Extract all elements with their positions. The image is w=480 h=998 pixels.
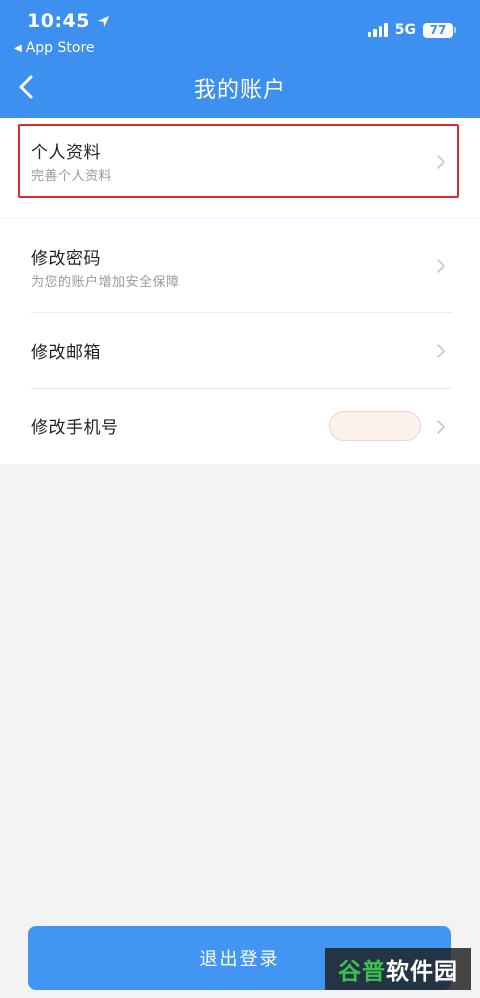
back-to-app-store[interactable]: ◀ App Store bbox=[14, 40, 95, 56]
battery-level: 77 bbox=[423, 22, 453, 38]
watermark-part-1: 谷普 bbox=[338, 959, 386, 985]
location-arrow-icon bbox=[97, 15, 110, 27]
change-email-row[interactable]: 修改邮箱 bbox=[0, 313, 480, 388]
phone-number-pill bbox=[329, 411, 421, 441]
status-indicators: 5G 77 bbox=[367, 22, 456, 38]
logout-label: 退出登录 bbox=[199, 949, 280, 970]
status-time: 10:45 bbox=[27, 10, 111, 32]
back-app-label: App Store bbox=[25, 40, 95, 56]
signal-icon bbox=[367, 23, 388, 37]
back-triangle-icon: ◀ bbox=[14, 42, 22, 54]
chevron-right-icon bbox=[437, 259, 445, 273]
battery-icon: 77 bbox=[423, 22, 456, 38]
time-text: 10:45 bbox=[27, 10, 90, 32]
chevron-right-icon bbox=[437, 344, 445, 358]
change-password-subtitle: 为您的账户增加安全保障 bbox=[31, 275, 180, 290]
chevron-right-icon bbox=[437, 420, 445, 434]
header: 10:45 ◀ App Store 5G 77 我的账户 bbox=[0, 0, 480, 118]
watermark-part-2: 软件园 bbox=[386, 959, 458, 985]
page-title: 我的账户 bbox=[193, 78, 286, 103]
change-password-row[interactable]: 修改密码 为您的账户增加安全保障 bbox=[0, 219, 480, 312]
change-email-title: 修改邮箱 bbox=[31, 343, 101, 363]
change-phone-title: 修改手机号 bbox=[31, 418, 119, 438]
highlight-box bbox=[18, 124, 459, 198]
battery-tip bbox=[454, 27, 456, 33]
watermark-logo: 谷普 软件园 bbox=[325, 948, 471, 990]
change-password-title: 修改密码 bbox=[31, 249, 101, 269]
network-type: 5G bbox=[394, 22, 416, 38]
